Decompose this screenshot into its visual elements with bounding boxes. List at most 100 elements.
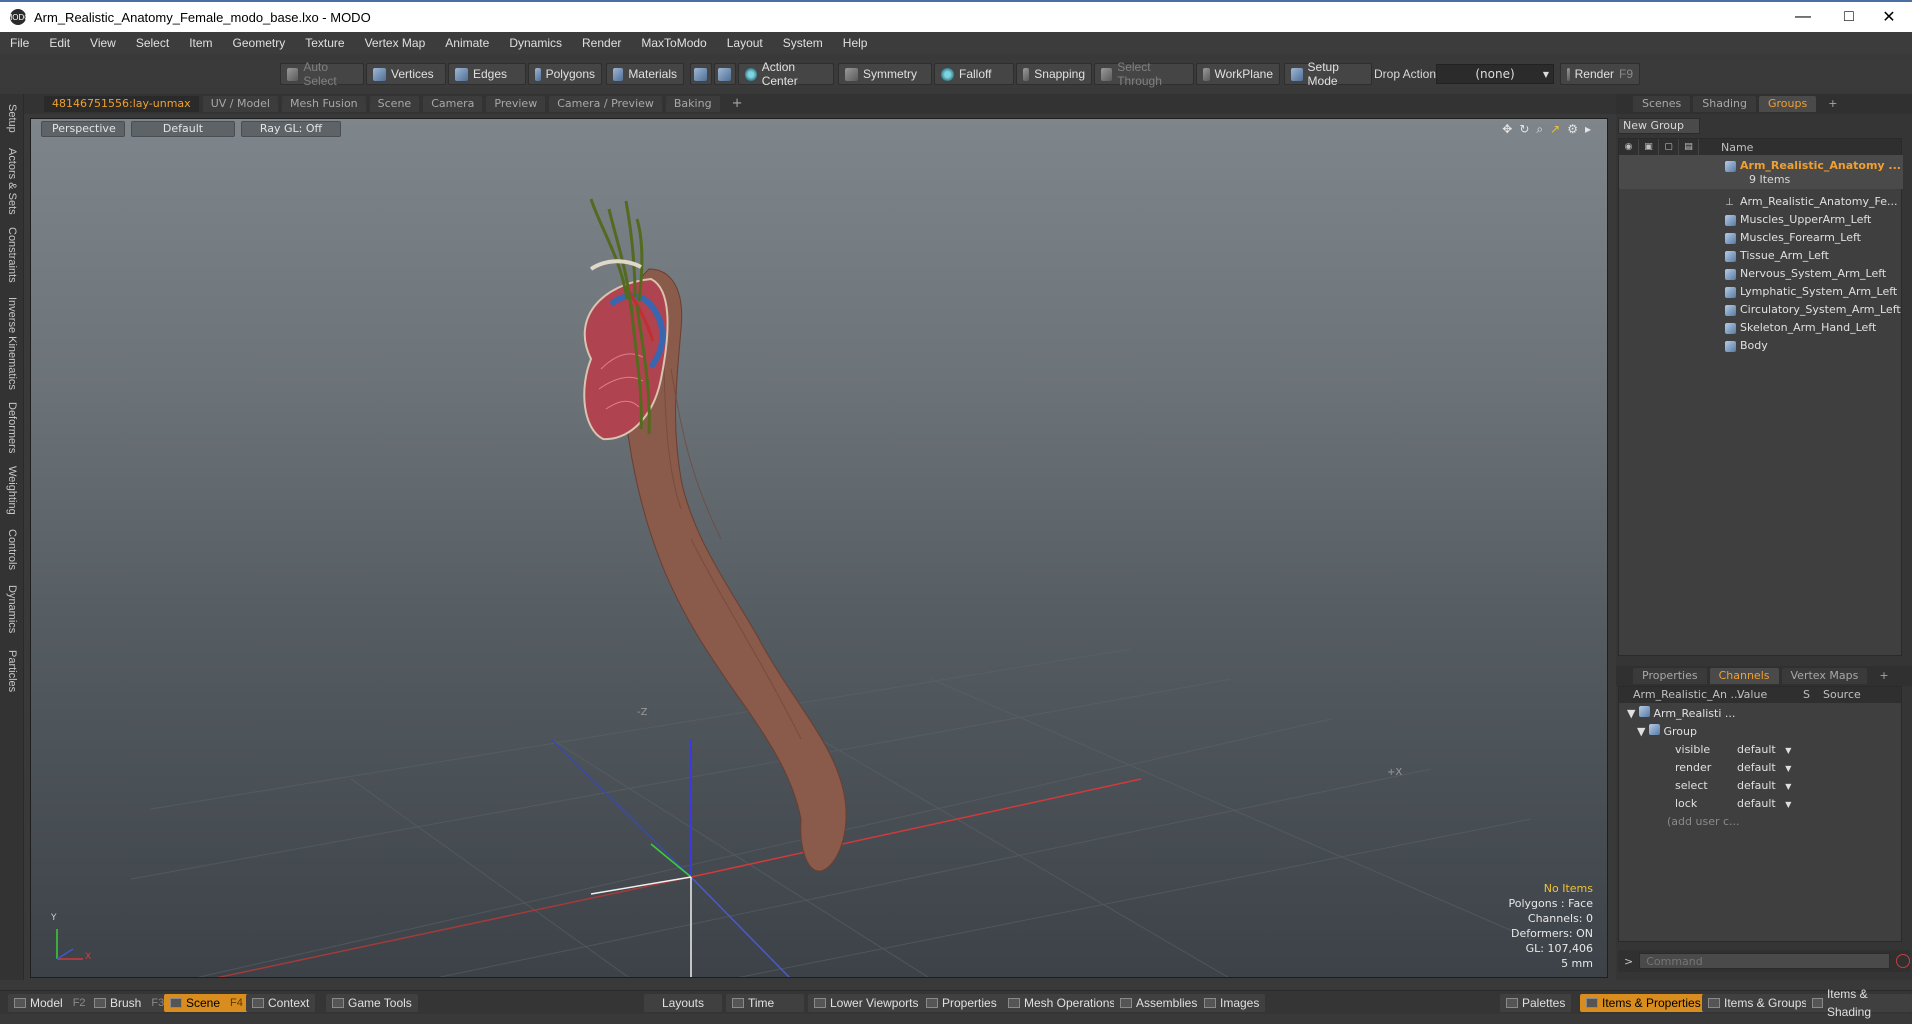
gear-icon[interactable]: ⚙ (1567, 122, 1578, 137)
edges-button[interactable]: Edges (448, 63, 526, 85)
menu-vertex-map[interactable]: Vertex Map (355, 36, 436, 50)
group-item[interactable]: ⊥ Arm_Realistic_Anatomy_Fe... (1725, 193, 1897, 211)
group-item[interactable]: Tissue_Arm_Left (1725, 247, 1829, 265)
item-mode-button[interactable] (714, 63, 736, 85)
record-icon[interactable] (1896, 954, 1910, 968)
visibility-eye-icon[interactable]: ◉ (1619, 139, 1639, 155)
select-through-button[interactable]: Select Through (1094, 60, 1194, 88)
menu-help[interactable]: Help (833, 36, 878, 50)
context-button[interactable]: Context (246, 994, 316, 1012)
lock-icon[interactable]: ▢ (1659, 139, 1679, 155)
brush-button[interactable]: Brush F3 (88, 994, 171, 1012)
drop-action-select[interactable]: (none) ▼ (1436, 64, 1554, 84)
component-mode-button[interactable] (690, 63, 712, 85)
tab-dynamics[interactable]: Dynamics (2, 580, 22, 638)
falloff-button[interactable]: Falloff (934, 63, 1014, 85)
menu-file[interactable]: File (0, 36, 39, 50)
add-user-channel-row[interactable]: (add user c... (1667, 813, 1740, 831)
tab-layout-unmax[interactable]: 48146751556:lay-unmax (44, 96, 199, 112)
render-button[interactable]: Render F9 (1560, 63, 1640, 85)
tab-constraints[interactable]: Constraints (2, 224, 22, 286)
tab-shading[interactable]: Shading (1693, 96, 1756, 112)
setup-mode-button[interactable]: Setup Mode (1284, 60, 1372, 88)
action-center-button[interactable]: Action Center (738, 60, 834, 88)
tab-weighting[interactable]: Weighting (2, 462, 22, 518)
menu-item[interactable]: Item (179, 36, 222, 50)
tab-properties[interactable]: Properties (1633, 668, 1707, 684)
tab-channels[interactable]: Channels (1709, 668, 1779, 684)
menu-layout[interactable]: Layout (717, 36, 773, 50)
menu-view[interactable]: View (80, 36, 126, 50)
items-shading-button[interactable]: Items & Shading (1806, 987, 1912, 1019)
menu-edit[interactable]: Edit (39, 36, 80, 50)
play-arrow-icon[interactable]: ▸ (1585, 122, 1591, 137)
group-item[interactable]: Muscles_Forearm_Left (1725, 229, 1861, 247)
tab-setup[interactable]: Setup (2, 98, 22, 138)
tab-particles[interactable]: Particles (2, 644, 22, 698)
palettes-button[interactable]: Palettes (1500, 994, 1572, 1012)
channel-render-value[interactable]: default ▼ (1737, 759, 1801, 777)
assemblies-button[interactable]: Assemblies (1114, 994, 1204, 1012)
command-input[interactable] (1639, 953, 1891, 969)
group-item[interactable]: Skeleton_Arm_Hand_Left (1725, 319, 1876, 337)
menu-system[interactable]: System (773, 36, 833, 50)
menu-animate[interactable]: Animate (435, 36, 499, 50)
items-properties-button[interactable]: Items & Properties (1580, 994, 1707, 1012)
menu-render[interactable]: Render (572, 36, 631, 50)
tab-scene[interactable]: Scene (369, 96, 420, 112)
group-item[interactable]: Nervous_System_Arm_Left (1725, 265, 1886, 283)
minimize-button[interactable]: — (1780, 2, 1826, 32)
tab-deformers[interactable]: Deformers (2, 400, 22, 456)
tab-preview[interactable]: Preview (486, 96, 546, 112)
close-button[interactable]: ✕ (1866, 2, 1912, 32)
new-group-button[interactable]: New Group (1618, 118, 1700, 134)
menu-select[interactable]: Select (126, 36, 179, 50)
tab-mesh-fusion[interactable]: Mesh Fusion (282, 96, 366, 112)
materials-button[interactable]: Materials (606, 63, 684, 85)
3d-viewport[interactable]: Perspective Default Ray GL: Off ✥ ↻ ⌕ ↗ … (30, 118, 1608, 978)
tab-camera[interactable]: Camera (423, 96, 483, 112)
menu-texture[interactable]: Texture (295, 36, 354, 50)
model-button[interactable]: Model F2 (8, 994, 92, 1012)
channel-select-value[interactable]: default ▼ (1737, 777, 1801, 795)
tab-actors-sets[interactable]: Actors & Sets (2, 144, 22, 218)
tab-controls[interactable]: Controls (2, 524, 22, 574)
zoom-view-icon[interactable]: ⌕ (1536, 122, 1543, 137)
lower-viewports-button[interactable]: Lower Viewports (808, 994, 925, 1012)
tab-camera-preview[interactable]: Camera / Preview (549, 96, 662, 112)
tab-vertex-maps[interactable]: Vertex Maps (1781, 668, 1868, 684)
add-panel-tab-button[interactable]: + (1819, 96, 1846, 112)
raygl-button[interactable]: Ray GL: Off (241, 121, 341, 137)
snapping-button[interactable]: Snapping (1016, 63, 1092, 85)
game-tools-button[interactable]: Game Tools (326, 994, 418, 1012)
vertices-button[interactable]: Vertices (366, 63, 446, 85)
tab-baking[interactable]: Baking (665, 96, 720, 112)
group-item[interactable]: Muscles_UpperArm_Left (1725, 211, 1871, 229)
rotate-view-icon[interactable]: ↻ (1519, 122, 1529, 137)
select-toggle-icon[interactable]: ▤ (1679, 139, 1699, 155)
auto-select-button[interactable]: Auto Select (280, 60, 364, 88)
channel-lock-value[interactable]: default ▼ (1737, 795, 1801, 813)
time-button[interactable]: Time (726, 994, 804, 1012)
perspective-button[interactable]: Perspective (41, 121, 125, 137)
menu-dynamics[interactable]: Dynamics (499, 36, 572, 50)
mesh-operations-button[interactable]: Mesh Operations (1002, 994, 1122, 1012)
channel-visible-value[interactable]: default ▼ (1737, 741, 1801, 759)
layouts-button[interactable]: Layouts (644, 994, 722, 1012)
polygons-button[interactable]: Polygons (528, 63, 602, 85)
tab-scenes[interactable]: Scenes (1633, 96, 1691, 112)
symmetry-button[interactable]: Symmetry (838, 63, 932, 85)
channel-item-row[interactable]: ▼ Arm_Realisti ... (1627, 705, 1735, 723)
render-toggle-icon[interactable]: ▣ (1639, 139, 1659, 155)
tab-inverse-kinematics[interactable]: Inverse Kinematics (2, 292, 22, 394)
group-item[interactable]: Circulatory_System_Arm_Left (1725, 301, 1901, 319)
images-button[interactable]: Images (1198, 994, 1266, 1012)
items-groups-button[interactable]: Items & Groups (1702, 994, 1814, 1012)
group-item[interactable]: Body (1725, 337, 1768, 355)
workplane-button[interactable]: WorkPlane (1196, 63, 1280, 85)
scene-button[interactable]: Scene F4 (164, 994, 249, 1012)
move-view-icon[interactable]: ✥ (1502, 122, 1512, 137)
menu-maxtomodo[interactable]: MaxToModo (631, 36, 716, 50)
menu-geometry[interactable]: Geometry (223, 36, 296, 50)
group-item[interactable]: Lymphatic_System_Arm_Left (1725, 283, 1897, 301)
